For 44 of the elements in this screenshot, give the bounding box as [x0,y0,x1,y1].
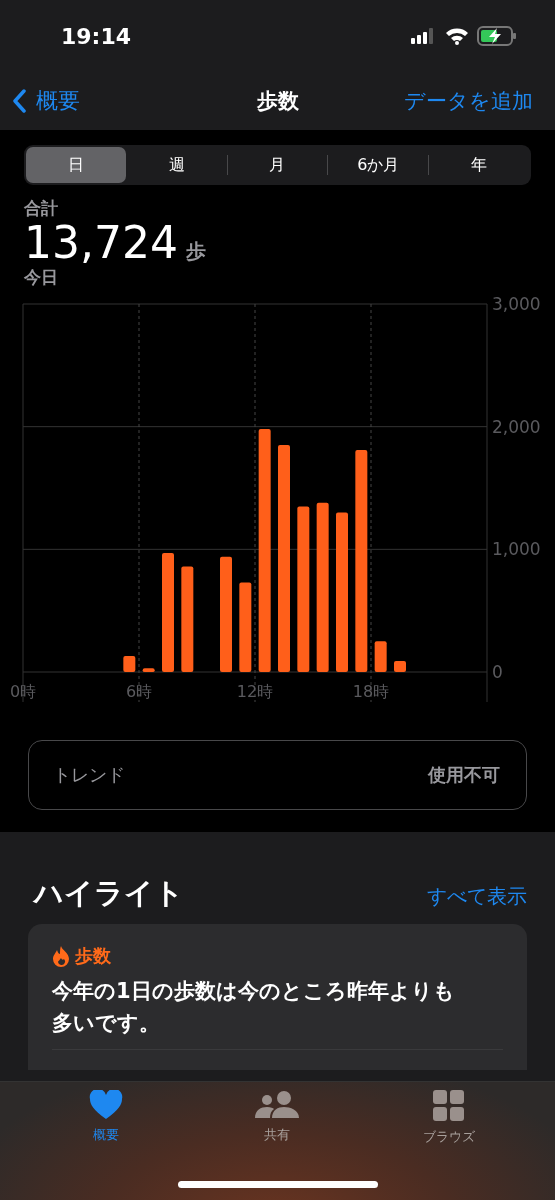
range-tab[interactable]: 日 [26,147,126,183]
chart-bar [394,661,406,673]
back-label: 概要 [36,87,80,115]
unit-label: 歩 [185,238,206,265]
y-axis-label: 3,000 [492,297,541,315]
chevron-left-icon [12,89,26,113]
highlight-card[interactable]: 歩数 今年の1日の歩数は今のところ昨年よりも多いです。 [28,924,527,1071]
back-button[interactable]: 概要 [12,86,80,116]
chart-bar [142,668,155,673]
x-axis-label: 6時 [125,682,153,702]
status-time: 19:14 [61,23,132,49]
add-data-button[interactable]: データを追加 [404,87,533,115]
heart-icon [88,1090,123,1120]
range-tab[interactable]: 6か月 [328,147,429,183]
section-title: ハイライト [34,875,184,913]
chart-bar [374,641,387,673]
tab-bar-item[interactable]: 概要 [45,1090,166,1146]
flame-icon [52,945,70,968]
people-icon [254,1090,301,1120]
range-tab[interactable]: 月 [227,147,328,183]
y-axis-label: 0 [492,662,503,683]
grid-icon [433,1090,466,1122]
battery-charging-icon [477,26,517,46]
category-label: 歩数 [75,944,111,969]
trend-label: トレンド [53,763,125,788]
tab-bar-item[interactable]: 共有 [217,1090,338,1146]
trend-value: 使用不可 [428,763,500,788]
total-value: 13,724 [24,220,178,267]
x-axis-label: 12時 [236,682,274,702]
tab-bar-item[interactable]: ブラウズ [389,1090,510,1146]
page-title: 歩数 [256,88,299,115]
total-label: 合計 [24,197,59,220]
show-all-link[interactable]: すべて表示 [427,883,527,911]
x-axis-label: 18時 [352,682,390,702]
trend-card[interactable]: トレンド 使用不可 [28,740,527,811]
range-tab[interactable]: 週 [126,147,227,183]
wifi-icon [445,27,469,45]
x-axis-label: 0時 [9,682,37,702]
y-axis-label: 1,000 [492,539,541,560]
period-label: 今日 [24,266,59,290]
highlight-text: 今年の1日の歩数は今のところ昨年よりも多いです。 [52,978,456,1037]
y-axis-label: 2,000 [492,416,541,437]
chart-bar [123,656,136,673]
range-tab[interactable]: 年 [429,147,529,183]
